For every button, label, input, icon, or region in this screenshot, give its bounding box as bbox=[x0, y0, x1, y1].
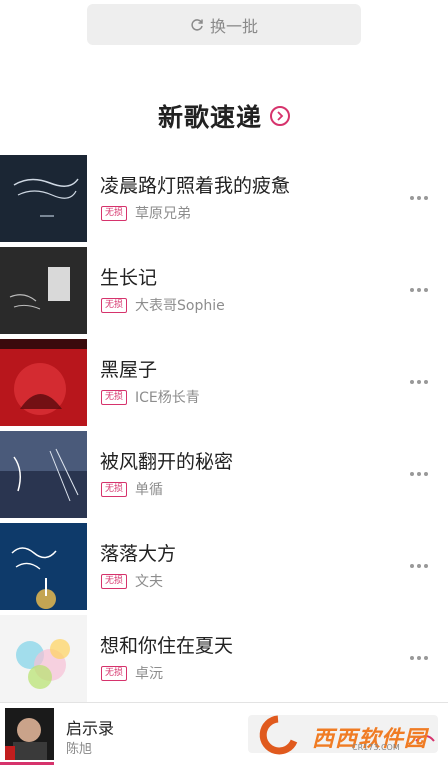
song-row[interactable]: 落落大方 无损 文夫 bbox=[0, 523, 448, 615]
lossless-badge: 无损 bbox=[101, 665, 128, 681]
song-title: 落落大方 bbox=[100, 543, 177, 565]
player-artist: 陈旭 bbox=[66, 742, 93, 757]
chevron-right-icon[interactable] bbox=[270, 106, 290, 126]
song-title: 凌晨路灯照着我的疲惫 bbox=[100, 175, 291, 197]
mini-player[interactable]: 启示录 陈旭 西西软件园 CR173.COM bbox=[0, 702, 448, 765]
lossless-badge: 无损 bbox=[101, 389, 128, 405]
album-cover bbox=[0, 431, 87, 518]
song-row[interactable]: 想和你住在夏天 无损 卓沅 bbox=[0, 615, 448, 707]
album-cover bbox=[0, 523, 87, 610]
song-title: 想和你住在夏天 bbox=[100, 635, 234, 657]
lossless-badge: 无损 bbox=[101, 573, 128, 589]
song-artist: 卓沅 bbox=[135, 666, 164, 682]
song-artist: 文夫 bbox=[135, 574, 164, 590]
song-row[interactable]: 被风翻开的秘密 无损 单循 bbox=[0, 431, 448, 523]
more-options-icon[interactable] bbox=[410, 656, 428, 660]
song-artist: 草原兄弟 bbox=[135, 206, 192, 222]
song-artist: ICE杨长青 bbox=[135, 390, 200, 406]
song-list: 凌晨路灯照着我的疲惫 无损 草原兄弟 生长记 无损 大表哥Sophie 黑屋子 … bbox=[0, 155, 448, 707]
album-cover bbox=[0, 615, 87, 702]
song-title: 黑屋子 bbox=[100, 359, 158, 381]
song-artist: 大表哥Sophie bbox=[135, 298, 225, 314]
more-options-icon[interactable] bbox=[410, 196, 428, 200]
more-options-icon[interactable] bbox=[410, 564, 428, 568]
player-song-title: 启示录 bbox=[66, 719, 115, 738]
more-options-icon[interactable] bbox=[410, 288, 428, 292]
album-cover bbox=[0, 155, 87, 242]
more-options-icon[interactable] bbox=[410, 380, 428, 384]
album-cover bbox=[0, 339, 87, 426]
refresh-icon bbox=[191, 18, 203, 31]
album-cover bbox=[0, 247, 87, 334]
player-album-cover bbox=[5, 708, 54, 760]
section-title: 新歌速递 bbox=[157, 103, 262, 132]
song-row[interactable]: 凌晨路灯照着我的疲惫 无损 草原兄弟 bbox=[0, 155, 448, 247]
song-row[interactable]: 生长记 无损 大表哥Sophie bbox=[0, 247, 448, 339]
section-header[interactable]: 新歌速递 bbox=[0, 96, 448, 136]
refresh-label: 换一批 bbox=[209, 16, 258, 36]
watermark-url: CR173.COM bbox=[352, 743, 400, 752]
song-title: 生长记 bbox=[100, 267, 158, 289]
song-artist: 单循 bbox=[135, 482, 164, 498]
watermark-logo: 西西软件园 CR173.COM bbox=[248, 711, 438, 757]
more-options-icon[interactable] bbox=[410, 472, 428, 476]
refresh-button[interactable]: 换一批 bbox=[87, 4, 361, 45]
song-row[interactable]: 黑屋子 无损 ICE杨长青 bbox=[0, 339, 448, 431]
lossless-badge: 无损 bbox=[101, 205, 128, 221]
song-title: 被风翻开的秘密 bbox=[100, 451, 234, 473]
lossless-badge: 无损 bbox=[101, 481, 128, 497]
lossless-badge: 无损 bbox=[101, 297, 128, 313]
